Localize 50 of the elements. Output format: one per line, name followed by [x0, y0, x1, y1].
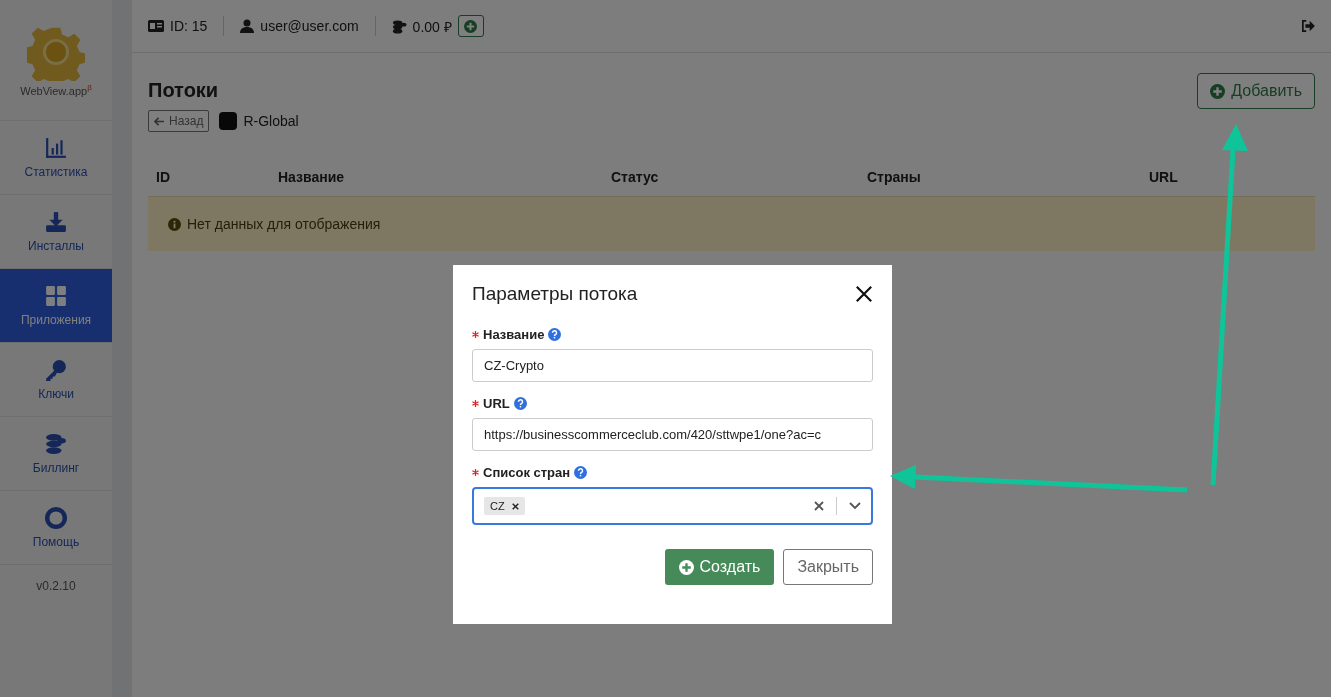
app-logo-text: WebView.app$^{β}$ [20, 83, 92, 97]
lifebuoy-icon [45, 506, 67, 529]
coins-icon [391, 18, 407, 34]
clear-icon[interactable] [814, 501, 824, 511]
empty-message: Нет данных для отображения [187, 216, 381, 232]
user-email-text: user@user.com [260, 18, 359, 34]
close-icon[interactable] [855, 285, 873, 303]
field-label: Название [483, 327, 545, 342]
column-header: URL [1149, 169, 1178, 185]
coins-icon [45, 432, 67, 455]
column-header: Название [278, 169, 346, 185]
remove-icon[interactable] [511, 502, 519, 510]
input-field[interactable]: https://businesscommerceclub.com/420/sttwpe1/one?ac=c [472, 418, 873, 451]
logout-icon[interactable] [1301, 20, 1315, 32]
app-icon [219, 112, 238, 130]
multi-select-field[interactable]: CZ [472, 487, 873, 525]
grid-icon [45, 284, 67, 307]
user-id-text: ID: 15 [170, 18, 208, 34]
help-icon[interactable] [513, 397, 527, 410]
plus-circle-icon [678, 559, 694, 575]
version-text: v0.2.10 [35, 578, 77, 593]
top-up-button[interactable] [457, 15, 484, 37]
column-header: Статус [611, 169, 660, 185]
download-icon [45, 210, 67, 233]
plus-circle-icon [464, 19, 478, 33]
add-button[interactable]: Добавить [1197, 73, 1315, 109]
user-icon [240, 19, 255, 33]
modal-title: Параметры потока [472, 283, 638, 305]
help-icon[interactable] [574, 466, 588, 479]
key-icon [45, 358, 67, 381]
bar-chart-icon [45, 136, 67, 159]
chevron-down-icon[interactable] [849, 502, 861, 510]
create-button[interactable]: Создать [664, 549, 775, 585]
help-icon[interactable] [548, 328, 562, 341]
close-button[interactable]: Закрыть [783, 549, 873, 585]
column-header: Страны [867, 169, 922, 185]
input-field[interactable]: CZ-Crypto [472, 349, 873, 382]
country-tag: CZ [484, 497, 525, 515]
back-button[interactable]: Назад [148, 110, 210, 132]
info-icon [168, 217, 181, 231]
sidebar-item[interactable]: Приложения [0, 269, 112, 343]
arrow-left-icon [154, 116, 165, 126]
field-label: Список стран [483, 465, 571, 480]
page-title: Потоки [148, 79, 220, 102]
balance-text: 0.00 ₽ [412, 17, 452, 36]
field-label: URL [483, 396, 510, 411]
plus-circle-icon [1210, 83, 1226, 99]
app-name-text: R-Global [243, 113, 299, 129]
column-header: ID [156, 169, 171, 185]
id-card-icon [148, 20, 164, 32]
